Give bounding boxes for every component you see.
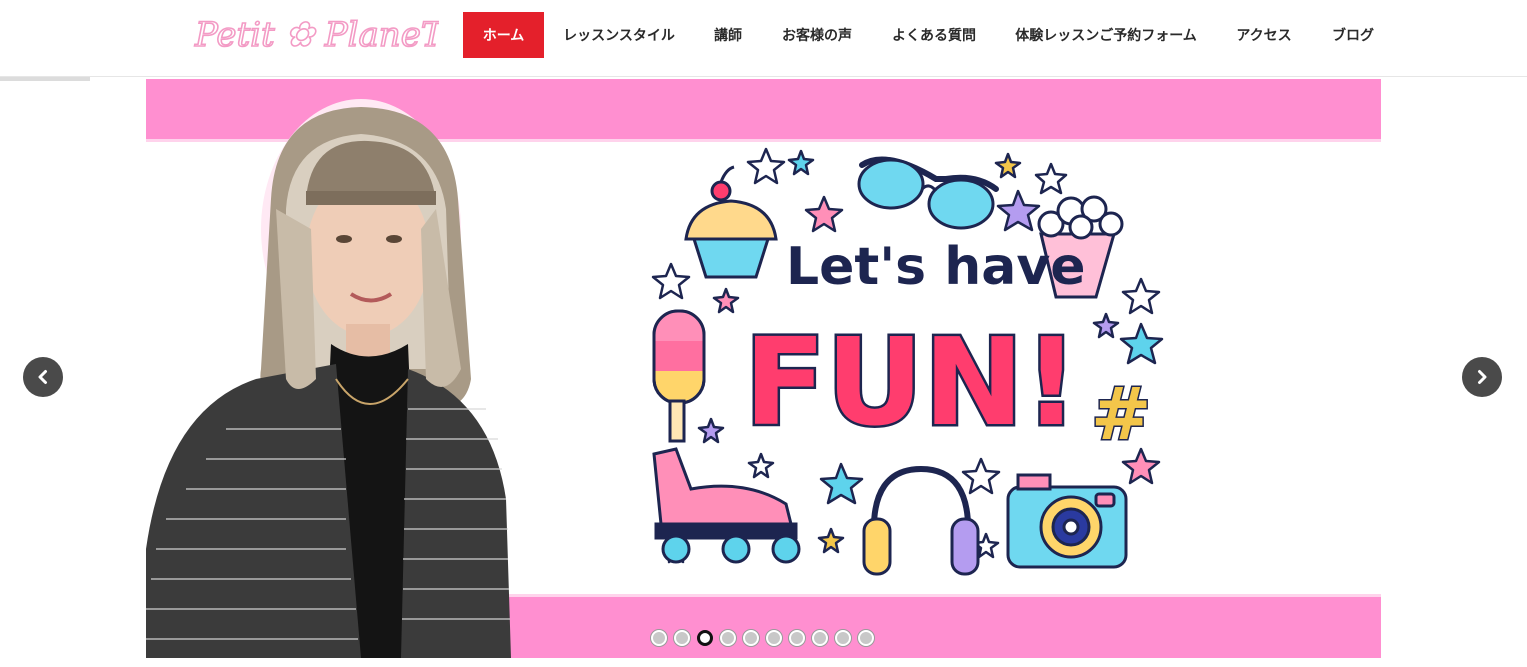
slide-hashtag: # <box>1091 372 1151 456</box>
logo-image: Petit ✿ PlaneT <box>193 14 439 56</box>
cupcake-illustration <box>684 165 778 279</box>
nav-item-blog[interactable]: ブログ <box>1312 12 1394 58</box>
nav-item-home[interactable]: ホーム <box>463 12 544 58</box>
sunglasses-illustration <box>857 156 999 230</box>
slider-dot[interactable] <box>858 629 874 646</box>
scroll-indicator <box>0 77 90 81</box>
nav-item-access[interactable]: アクセス <box>1216 12 1312 58</box>
slider-dot[interactable] <box>651 629 667 646</box>
popsicle-illustration <box>652 309 706 443</box>
instructor-photo <box>146 99 511 658</box>
fun-illustration: Let's have FUN! # <box>651 147 1164 576</box>
nav-item-instructor[interactable]: 講師 <box>694 12 762 58</box>
logo-text: Petit ✿ PlaneT <box>194 15 439 55</box>
slider-dot[interactable] <box>789 629 805 646</box>
slider-dot-active[interactable] <box>697 629 713 646</box>
slider-dot[interactable] <box>835 629 851 646</box>
hero-slider: Let's have FUN! # <box>146 79 1381 658</box>
slider-next-button[interactable] <box>1462 357 1502 397</box>
slide-headline-line1: Let's have <box>786 237 1086 297</box>
slider-dot[interactable] <box>743 629 759 646</box>
slide-headline-fun: FUN! <box>744 314 1079 453</box>
slider-prev-button[interactable] <box>23 357 63 397</box>
nav-item-faq[interactable]: よくある質問 <box>872 12 996 58</box>
slider-pagination <box>651 629 881 646</box>
nav-item-testimonials[interactable]: お客様の声 <box>762 12 872 58</box>
slider-dot[interactable] <box>674 629 690 646</box>
main-nav: ホーム レッスンスタイル 講師 お客様の声 よくある質問 体験レッスンご予約フォ… <box>463 12 1394 58</box>
camera-illustration <box>1006 473 1128 569</box>
slide-image: Let's have FUN! # <box>146 79 1381 658</box>
nav-item-trial-booking[interactable]: 体験レッスンご予約フォーム <box>996 12 1216 58</box>
slider-dot[interactable] <box>720 629 736 646</box>
chevron-left-icon <box>38 370 47 384</box>
slider-dot[interactable] <box>766 629 782 646</box>
headphones-illustration <box>862 465 980 576</box>
nav-item-lesson-style[interactable]: レッスンスタイル <box>544 12 694 58</box>
slider-dot[interactable] <box>812 629 828 646</box>
roller-skate-illustration <box>652 447 801 564</box>
chevron-right-icon <box>1478 370 1487 384</box>
site-logo[interactable]: Petit ✿ PlaneT <box>193 10 439 58</box>
site-header: Petit ✿ PlaneT ホーム レッスンスタイル 講師 お客様の声 よくあ… <box>0 0 1527 77</box>
